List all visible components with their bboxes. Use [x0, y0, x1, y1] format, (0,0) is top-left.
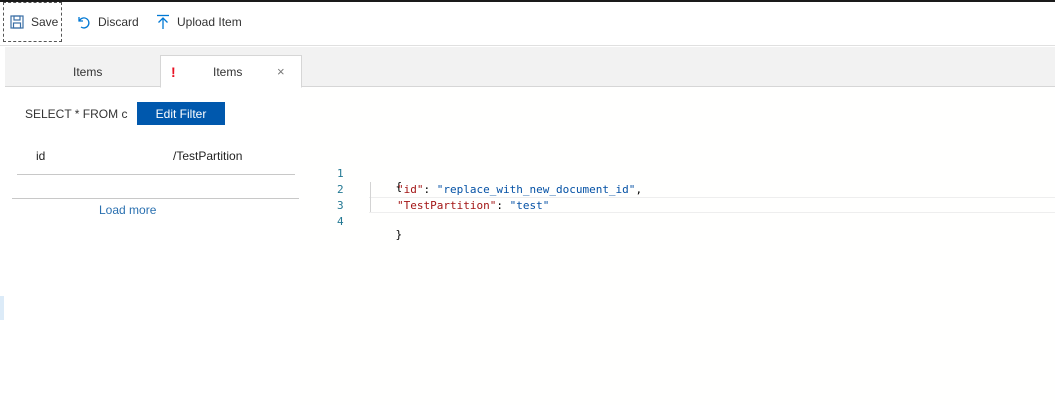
code-line-2: "id": "replace_with_new_document_id", [397, 183, 642, 196]
save-label: Save [31, 15, 59, 29]
warning-icon: ! [171, 63, 176, 80]
json-key: "TestPartition" [397, 199, 497, 212]
query-text: SELECT * FROM c [25, 107, 128, 121]
upload-item-label: Upload Item [177, 15, 242, 29]
upload-item-button[interactable]: Upload Item [156, 2, 242, 42]
edit-filter-button[interactable]: Edit Filter [137, 102, 225, 125]
code-line-3: "TestPartition": "test" [397, 199, 549, 212]
tab-strip: Items ! Items × [5, 47, 1055, 88]
json-separator: : [496, 199, 510, 212]
tab-items-2[interactable]: ! Items × [160, 55, 302, 88]
save-icon [10, 15, 24, 29]
json-separator: : [423, 183, 437, 196]
line-number: 4 [337, 215, 344, 228]
list-divider [12, 198, 299, 199]
upload-icon [156, 14, 170, 30]
discard-button[interactable]: Discard [75, 2, 139, 42]
code-line-4: } [369, 215, 403, 254]
column-header-id[interactable]: id [36, 149, 45, 163]
json-editor[interactable]: 1 2 3 4 { "id": "replace_with_new_docume… [300, 88, 1055, 405]
json-value: "replace_with_new_document_id" [436, 183, 636, 196]
pane-resize-handle[interactable] [0, 296, 4, 320]
command-bar: Save Discard Upload Item [0, 2, 1055, 46]
json-value: "test" [509, 199, 550, 212]
tab-label: Items [73, 64, 103, 79]
json-key: "id" [397, 183, 424, 196]
line-number: 1 [337, 167, 344, 180]
json-comma: , [635, 183, 643, 196]
line-number: 3 [337, 199, 344, 212]
header-divider [17, 174, 295, 175]
column-header-partition[interactable]: /TestPartition [173, 149, 242, 163]
undo-icon [75, 14, 91, 30]
documents-list-pane: SELECT * FROM c Edit Filter id /TestPart… [0, 88, 300, 405]
save-button[interactable]: Save [3, 2, 62, 42]
tab-items-1[interactable]: Items [55, 55, 160, 88]
discard-label: Discard [98, 15, 139, 29]
line-number: 2 [337, 183, 344, 196]
close-icon[interactable]: × [277, 64, 285, 79]
load-more-link[interactable]: Load more [99, 203, 156, 217]
tab-label: Items [213, 64, 243, 79]
close-brace: } [395, 228, 403, 241]
